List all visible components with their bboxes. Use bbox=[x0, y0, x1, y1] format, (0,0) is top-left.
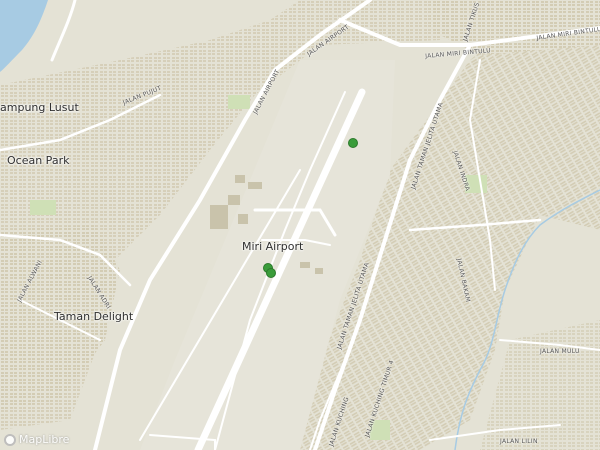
road-label-jalan-mulu: JALAN MULU bbox=[540, 348, 580, 355]
road-label-jalan-lilin: JALAN LILIN bbox=[500, 438, 538, 445]
maplibre-logo-icon bbox=[4, 433, 16, 446]
attribution-text: MapLibre bbox=[19, 433, 70, 446]
place-label-kampung-lusut: ampung Lusut bbox=[0, 101, 79, 114]
map-view[interactable]: ampung Lusut Ocean Park Miri Airport Tam… bbox=[0, 0, 600, 450]
park bbox=[30, 200, 56, 215]
place-label-miri-airport: Miri Airport bbox=[242, 240, 304, 253]
map-canvas bbox=[0, 0, 600, 450]
place-label-taman-delight: Taman Delight bbox=[54, 310, 134, 323]
marker-terminal-b[interactable] bbox=[266, 268, 276, 278]
place-label-ocean-park: Ocean Park bbox=[7, 154, 70, 167]
park bbox=[228, 95, 250, 109]
marker-north[interactable] bbox=[348, 138, 358, 148]
attribution[interactable]: MapLibre bbox=[4, 433, 69, 446]
